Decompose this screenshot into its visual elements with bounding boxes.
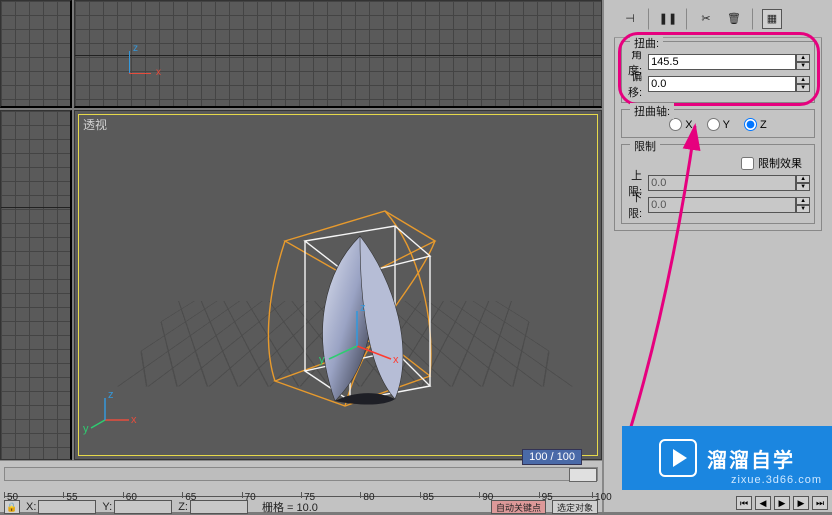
rollout-parameters: - 参数 扭曲: 角度: ▲▼ 偏移: ▲▼ 扭曲轴: [614, 16, 822, 231]
frame-indicator: 100 / 100 [522, 449, 582, 465]
tick: 65 [182, 492, 196, 498]
bias-input[interactable] [648, 76, 796, 92]
grid-major-line [75, 55, 601, 56]
group-label: 扭曲: [630, 35, 663, 51]
tick: 95 [539, 492, 553, 498]
viewport-label: 透视 [83, 116, 107, 133]
grid-icon [1, 111, 70, 459]
grid-size-label: 栅格 = 10.0 [262, 499, 318, 515]
axis-z-icon [129, 51, 130, 73]
group-limit: 限制 限制效果 上限: ▲▼ 下限: ▲▼ [621, 144, 815, 224]
group-label: 扭曲轴: [630, 103, 674, 119]
svg-text:y: y [83, 423, 89, 435]
grid-icon [75, 1, 601, 106]
spinner-up-icon[interactable]: ▲ [796, 197, 810, 205]
toolbar: ⊣ ❚❚ ✂ 🗑 ▦ [614, 0, 822, 38]
time-ruler: 50 55 60 65 70 75 80 85 90 95 100 [4, 483, 598, 497]
axis-x-icon [129, 73, 151, 74]
angle-input[interactable] [648, 54, 796, 70]
radio-input[interactable] [744, 118, 757, 131]
time-slider[interactable] [4, 467, 598, 481]
separator [752, 8, 754, 30]
config-icon[interactable]: ▦ [762, 9, 782, 29]
viewport-active-border [78, 114, 598, 456]
play-icon[interactable]: ▶ [774, 496, 790, 510]
coord-z-label: Z: [178, 501, 188, 513]
tick: 85 [420, 492, 434, 498]
bias-label: 偏移: [628, 68, 642, 100]
timeline: 100 / 100 50 55 60 65 70 75 80 85 90 95 … [0, 460, 602, 512]
spinner-down-icon[interactable]: ▼ [796, 84, 810, 92]
svg-text:z: z [108, 389, 114, 401]
radio-label: Y [723, 119, 730, 131]
spinner[interactable]: ▲▼ [796, 76, 810, 92]
cut-icon[interactable]: ✂ [696, 9, 716, 29]
limit-effect-checkbox[interactable] [741, 157, 754, 170]
viewport-area: 透视 [0, 0, 602, 460]
lower-input[interactable] [648, 197, 796, 213]
tick: 75 [301, 492, 315, 498]
next-frame-icon[interactable]: ▶ [793, 496, 809, 510]
time-slider-thumb[interactable] [569, 468, 597, 482]
prev-frame-icon[interactable]: ◀ [755, 496, 771, 510]
group-twist: 扭曲: 角度: ▲▼ 偏移: ▲▼ [621, 41, 815, 103]
viewport-top-left[interactable] [0, 0, 72, 108]
separator [686, 8, 688, 30]
tick: 70 [242, 492, 256, 498]
tick: 55 [63, 492, 77, 498]
spinner-up-icon[interactable]: ▲ [796, 54, 810, 62]
upper-input[interactable] [648, 175, 796, 191]
pause-icon[interactable]: ❚❚ [658, 9, 678, 29]
spinner-down-icon[interactable]: ▼ [796, 183, 810, 191]
playback-controls: ⏮ ◀ ▶ ▶ ⏭ [736, 496, 828, 510]
radio-y[interactable]: Y [707, 118, 730, 131]
goto-start-icon[interactable]: ⏮ [736, 496, 752, 510]
coord-x-label: X: [26, 501, 36, 513]
grid-major-line [1, 207, 70, 208]
spinner-up-icon[interactable]: ▲ [796, 175, 810, 183]
limit-effect-label: 限制效果 [758, 155, 802, 171]
radio-z[interactable]: Z [744, 118, 767, 131]
spinner[interactable]: ▲▼ [796, 54, 810, 70]
radio-label: Z [760, 119, 767, 131]
spinner-up-icon[interactable]: ▲ [796, 76, 810, 84]
trash-icon[interactable]: 🗑 [724, 9, 744, 29]
tick: 50 [4, 492, 18, 498]
status-bar: 🔒 X: Y: Z: 栅格 = 10.0 自动关键点 选定对象 [4, 499, 598, 515]
goto-end-icon[interactable]: ⏭ [812, 496, 828, 510]
pin-icon[interactable]: ⊣ [620, 9, 640, 29]
group-label: 限制 [630, 138, 660, 154]
tick: 100 [592, 492, 612, 498]
spinner-down-icon[interactable]: ▼ [796, 62, 810, 70]
play-logo-icon [659, 439, 697, 477]
grid-icon [1, 1, 70, 106]
viewport-left[interactable] [0, 110, 72, 460]
spinner[interactable]: ▲▼ [796, 175, 810, 191]
axis-gizmo: x y z [105, 390, 145, 433]
tick: 90 [479, 492, 493, 498]
svg-text:x: x [131, 414, 137, 426]
radio-input[interactable] [669, 118, 682, 131]
radio-label: X [685, 119, 692, 131]
viewport-perspective[interactable]: 透视 [74, 110, 602, 460]
watermark-brand: 溜溜自学 [707, 444, 795, 473]
perspective-grid [117, 301, 573, 386]
tick: 60 [123, 492, 137, 498]
lower-label: 下限: [628, 189, 642, 221]
coord-y-label: Y: [102, 501, 112, 513]
group-twist-axis: 扭曲轴: X Y Z [621, 109, 815, 138]
radio-input[interactable] [707, 118, 720, 131]
watermark-url: zixue.3d66.com [731, 474, 822, 486]
spinner[interactable]: ▲▼ [796, 197, 810, 213]
radio-x[interactable]: X [669, 118, 692, 131]
spinner-down-icon[interactable]: ▼ [796, 205, 810, 213]
watermark: 溜溜自学 zixue.3d66.com [622, 426, 832, 490]
separator [648, 8, 650, 30]
viewport-top[interactable] [74, 0, 602, 108]
tick: 80 [360, 492, 374, 498]
